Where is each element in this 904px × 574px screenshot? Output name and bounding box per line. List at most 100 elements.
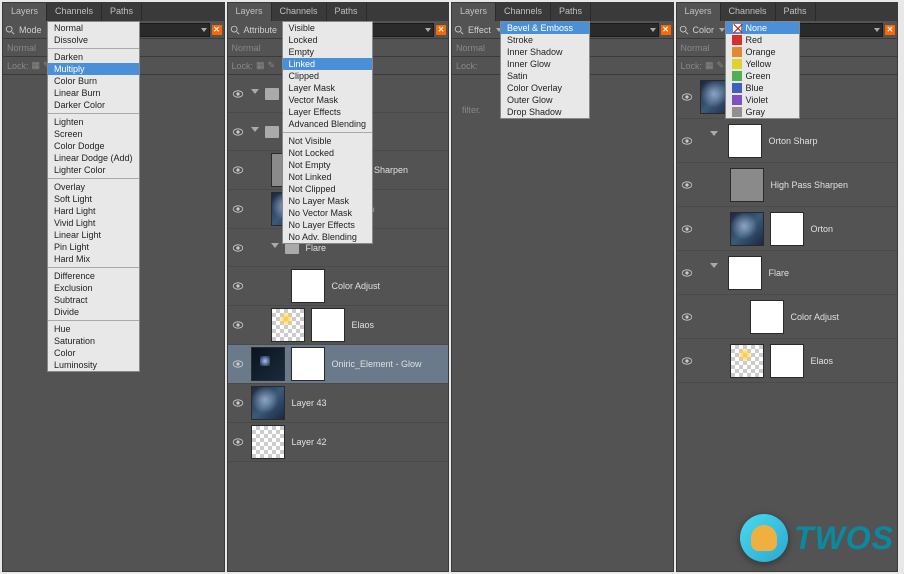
tab-paths[interactable]: Paths [776, 3, 816, 21]
layer-row[interactable]: Layer 42 [228, 423, 449, 462]
mode-option[interactable]: Darker Color [48, 99, 139, 111]
attribute-option[interactable]: Layer Mask [283, 82, 373, 94]
layer-mask-thumbnail[interactable] [291, 347, 325, 381]
mode-option[interactable]: Hard Mix [48, 253, 139, 265]
color-option[interactable]: Red [726, 34, 799, 46]
lock-pixels-icon[interactable]: ▦ [32, 60, 41, 71]
visibility-eye-icon[interactable] [232, 438, 244, 446]
mode-option[interactable]: Hard Light [48, 205, 139, 217]
layer-thumbnail[interactable] [750, 300, 784, 334]
mode-option[interactable]: Pin Light [48, 241, 139, 253]
mode-option[interactable]: Saturation [48, 335, 139, 347]
visibility-eye-icon[interactable] [681, 269, 693, 277]
lock-brush-icon[interactable]: ✎ [268, 60, 276, 71]
tab-layers[interactable]: Layers [3, 3, 47, 21]
layer-mask-thumbnail[interactable] [770, 344, 804, 378]
layer-thumbnail[interactable] [730, 168, 764, 202]
layer-row[interactable]: Oniric_Element - Glow [228, 345, 449, 384]
attribute-option[interactable]: No Layer Mask [283, 195, 373, 207]
effect-option[interactable]: Inner Glow [501, 58, 589, 70]
tab-paths[interactable]: Paths [327, 3, 367, 21]
mode-option[interactable]: Divide [48, 306, 139, 318]
visibility-eye-icon[interactable] [681, 181, 693, 189]
attribute-option[interactable]: No Adv. Blending [283, 231, 373, 243]
toggle-arrow-icon[interactable] [251, 127, 259, 136]
mode-option[interactable]: Hue [48, 323, 139, 335]
layer-mask-thumbnail[interactable] [311, 308, 345, 342]
effect-option[interactable]: Drop Shadow [501, 106, 589, 118]
layer-row[interactable]: Color Adjust [228, 267, 449, 306]
tab-layers[interactable]: Layers [452, 3, 496, 21]
attribute-option[interactable]: Empty [283, 46, 373, 58]
layer-thumbnail[interactable] [251, 347, 285, 381]
layer-thumbnail[interactable] [251, 425, 285, 459]
tab-channels[interactable]: Channels [47, 3, 102, 21]
clear-filter-button[interactable]: ✕ [661, 25, 671, 35]
attribute-option[interactable]: Vector Mask [283, 94, 373, 106]
toggle-arrow-icon[interactable] [710, 263, 718, 282]
mode-option[interactable]: Lighter Color [48, 164, 139, 176]
mode-option[interactable]: Lighten [48, 116, 139, 128]
effect-option[interactable]: Inner Shadow [501, 46, 589, 58]
mode-option[interactable]: Linear Burn [48, 87, 139, 99]
attribute-option[interactable]: Linked [283, 58, 373, 70]
visibility-eye-icon[interactable] [681, 313, 693, 321]
mode-option[interactable]: Subtract [48, 294, 139, 306]
toggle-arrow-icon[interactable] [271, 243, 279, 252]
mode-option[interactable]: Luminosity [48, 359, 139, 371]
attribute-option[interactable]: Not Locked [283, 147, 373, 159]
tab-layers[interactable]: Layers [677, 3, 721, 21]
visibility-eye-icon[interactable] [681, 137, 693, 145]
mode-option[interactable]: Dissolve [48, 34, 139, 46]
visibility-eye-icon[interactable] [232, 166, 244, 174]
color-option[interactable]: Orange [726, 46, 799, 58]
tab-paths[interactable]: Paths [551, 3, 591, 21]
mode-option[interactable]: Multiply [48, 63, 139, 75]
effect-option[interactable]: Bevel & Emboss [501, 22, 589, 34]
color-option[interactable]: None [726, 22, 799, 34]
color-option[interactable]: Blue [726, 82, 799, 94]
visibility-eye-icon[interactable] [232, 128, 244, 136]
toggle-arrow-icon[interactable] [251, 89, 259, 98]
tab-channels[interactable]: Channels [721, 3, 776, 21]
layer-row[interactable]: Flare [677, 251, 898, 295]
mode-option[interactable]: Difference [48, 270, 139, 282]
attribute-option[interactable]: Clipped [283, 70, 373, 82]
layer-row[interactable]: Elaos [228, 306, 449, 345]
mode-option[interactable]: Color Burn [48, 75, 139, 87]
color-option[interactable]: Violet [726, 94, 799, 106]
visibility-eye-icon[interactable] [232, 360, 244, 368]
lock-brush-icon[interactable]: ✎ [717, 60, 725, 71]
layer-thumbnail[interactable] [251, 386, 285, 420]
attribute-option[interactable]: Not Linked [283, 171, 373, 183]
mode-option[interactable]: Color Dodge [48, 140, 139, 152]
visibility-eye-icon[interactable] [232, 399, 244, 407]
attribute-option[interactable]: Advanced Blending [283, 118, 373, 130]
visibility-eye-icon[interactable] [232, 205, 244, 213]
attribute-option[interactable]: Layer Effects [283, 106, 373, 118]
attribute-option[interactable]: No Vector Mask [283, 207, 373, 219]
visibility-eye-icon[interactable] [232, 282, 244, 290]
mode-option[interactable]: Soft Light [48, 193, 139, 205]
attribute-option[interactable]: Visible [283, 22, 373, 34]
mode-option[interactable]: Overlay [48, 181, 139, 193]
layer-row[interactable]: Color Adjust [677, 295, 898, 339]
visibility-eye-icon[interactable] [232, 321, 244, 329]
effect-option[interactable]: Outer Glow [501, 94, 589, 106]
toggle-arrow-icon[interactable] [710, 131, 718, 150]
visibility-eye-icon[interactable] [232, 90, 244, 98]
attribute-option[interactable]: Locked [283, 34, 373, 46]
effect-option[interactable]: Stroke [501, 34, 589, 46]
attribute-option[interactable]: No Layer Effects [283, 219, 373, 231]
layer-row[interactable]: High Pass Sharpen [677, 163, 898, 207]
visibility-eye-icon[interactable] [232, 244, 244, 252]
layer-row[interactable]: Orton Sharp [677, 119, 898, 163]
color-option[interactable]: Yellow [726, 58, 799, 70]
mode-option[interactable]: Darken [48, 51, 139, 63]
color-option[interactable]: Green [726, 70, 799, 82]
clear-filter-button[interactable]: ✕ [436, 25, 446, 35]
layer-row[interactable]: Orton [677, 207, 898, 251]
attribute-option[interactable]: Not Clipped [283, 183, 373, 195]
tab-layers[interactable]: Layers [228, 3, 272, 21]
layer-thumbnail[interactable] [730, 212, 764, 246]
